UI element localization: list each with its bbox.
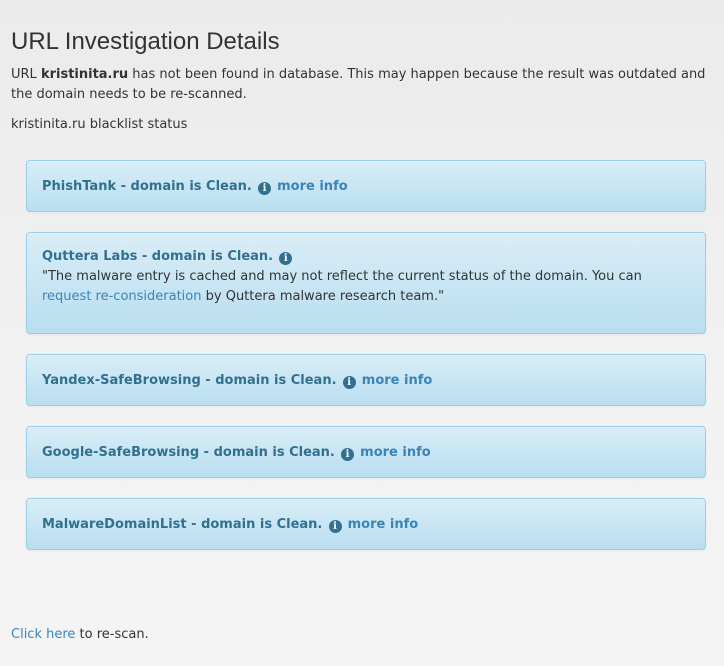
google-more-info-link[interactable]: more info xyxy=(360,445,431,460)
info-icon[interactable]: i xyxy=(328,520,342,533)
yandex-more-info-link[interactable]: more info xyxy=(362,373,433,388)
info-icon[interactable]: i xyxy=(257,182,271,195)
result-phishtank-label: PhishTank - domain is Clean. xyxy=(42,179,252,194)
result-malwaredomainlist: MalwareDomainList - domain is Clean. i m… xyxy=(26,498,706,550)
rescan-link[interactable]: Click here xyxy=(11,627,75,642)
result-google: Google-SafeBrowsing - domain is Clean. i… xyxy=(26,426,706,478)
result-malwaredomainlist-label: MalwareDomainList - domain is Clean. xyxy=(42,517,323,532)
rescan-suffix: to re-scan. xyxy=(75,627,149,642)
info-icon[interactable]: i xyxy=(279,252,293,265)
phishtank-more-info-link[interactable]: more info xyxy=(277,179,348,194)
result-quttera: Quttera Labs - domain is Clean. i "The m… xyxy=(26,232,706,334)
intro-text: URL kristinita.ru has not been found in … xyxy=(11,65,721,105)
quttera-note-before: "The malware entry is cached and may not… xyxy=(42,269,642,284)
rescan-line: Click here to re-scan. xyxy=(11,625,149,645)
result-yandex-label: Yandex-SafeBrowsing - domain is Clean. xyxy=(42,373,337,388)
page-title: URL Investigation Details xyxy=(11,28,280,55)
domain-name: kristinita.ru xyxy=(40,67,129,82)
blacklist-status-label: kristinita.ru blacklist status xyxy=(11,117,188,132)
info-icon[interactable]: i xyxy=(341,448,355,461)
malwaredomainlist-more-info-link[interactable]: more info xyxy=(348,517,419,532)
request-reconsideration-link[interactable]: request re-consideration xyxy=(42,289,202,304)
result-google-label: Google-SafeBrowsing - domain is Clean. xyxy=(42,445,335,460)
intro-prefix: URL xyxy=(11,67,41,82)
info-icon[interactable]: i xyxy=(342,376,356,389)
result-phishtank: PhishTank - domain is Clean. i more info xyxy=(26,160,706,212)
result-yandex: Yandex-SafeBrowsing - domain is Clean. i… xyxy=(26,354,706,406)
quttera-note-after: by Quttera malware research team." xyxy=(201,289,445,304)
result-quttera-label: Quttera Labs - domain is Clean. xyxy=(42,249,274,264)
quttera-note: "The malware entry is cached and may not… xyxy=(42,267,690,307)
